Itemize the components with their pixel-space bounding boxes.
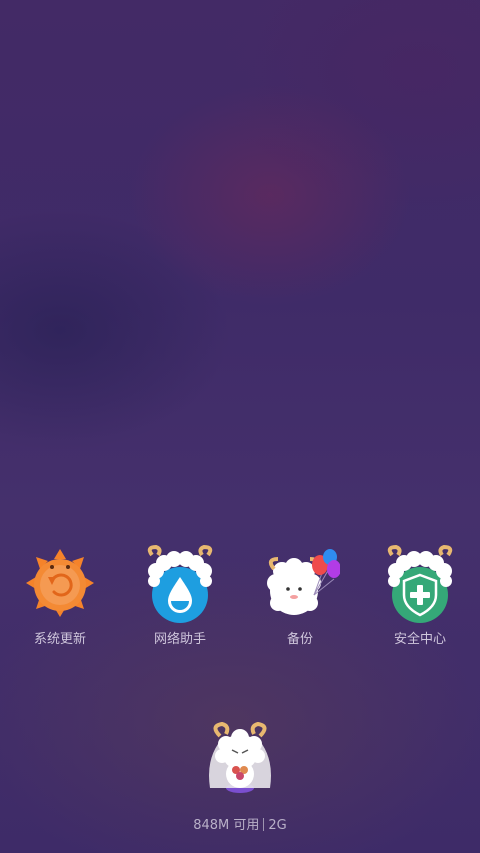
memory-status: 848M 可用 2G <box>0 817 480 835</box>
app-network-assistant[interactable]: 网络助手 <box>120 545 240 655</box>
security-center-icon <box>387 545 453 623</box>
memory-total: 2G <box>268 818 287 833</box>
memory-divider <box>263 818 265 831</box>
app-label-security-center: 安全中心 <box>393 632 446 647</box>
network-assistant-icon <box>147 545 213 623</box>
app-label-network-assistant: 网络助手 <box>153 632 206 647</box>
app-label-system-update: 系统更新 <box>33 632 86 647</box>
app-icon-row: 系统更新 网络助手 备份 安全中心 <box>0 545 480 655</box>
backup-icon <box>267 549 340 615</box>
memory-cleanup-button[interactable] <box>200 721 280 796</box>
sheep-mascot-icon <box>209 721 271 793</box>
system-update-icon <box>26 549 94 617</box>
app-label-backup: 备份 <box>286 632 313 647</box>
app-backup[interactable]: 备份 <box>240 545 360 655</box>
app-security-center[interactable]: 安全中心 <box>360 545 480 655</box>
app-system-update[interactable]: 系统更新 <box>0 545 120 655</box>
memory-available: 848M 可用 <box>193 818 260 833</box>
